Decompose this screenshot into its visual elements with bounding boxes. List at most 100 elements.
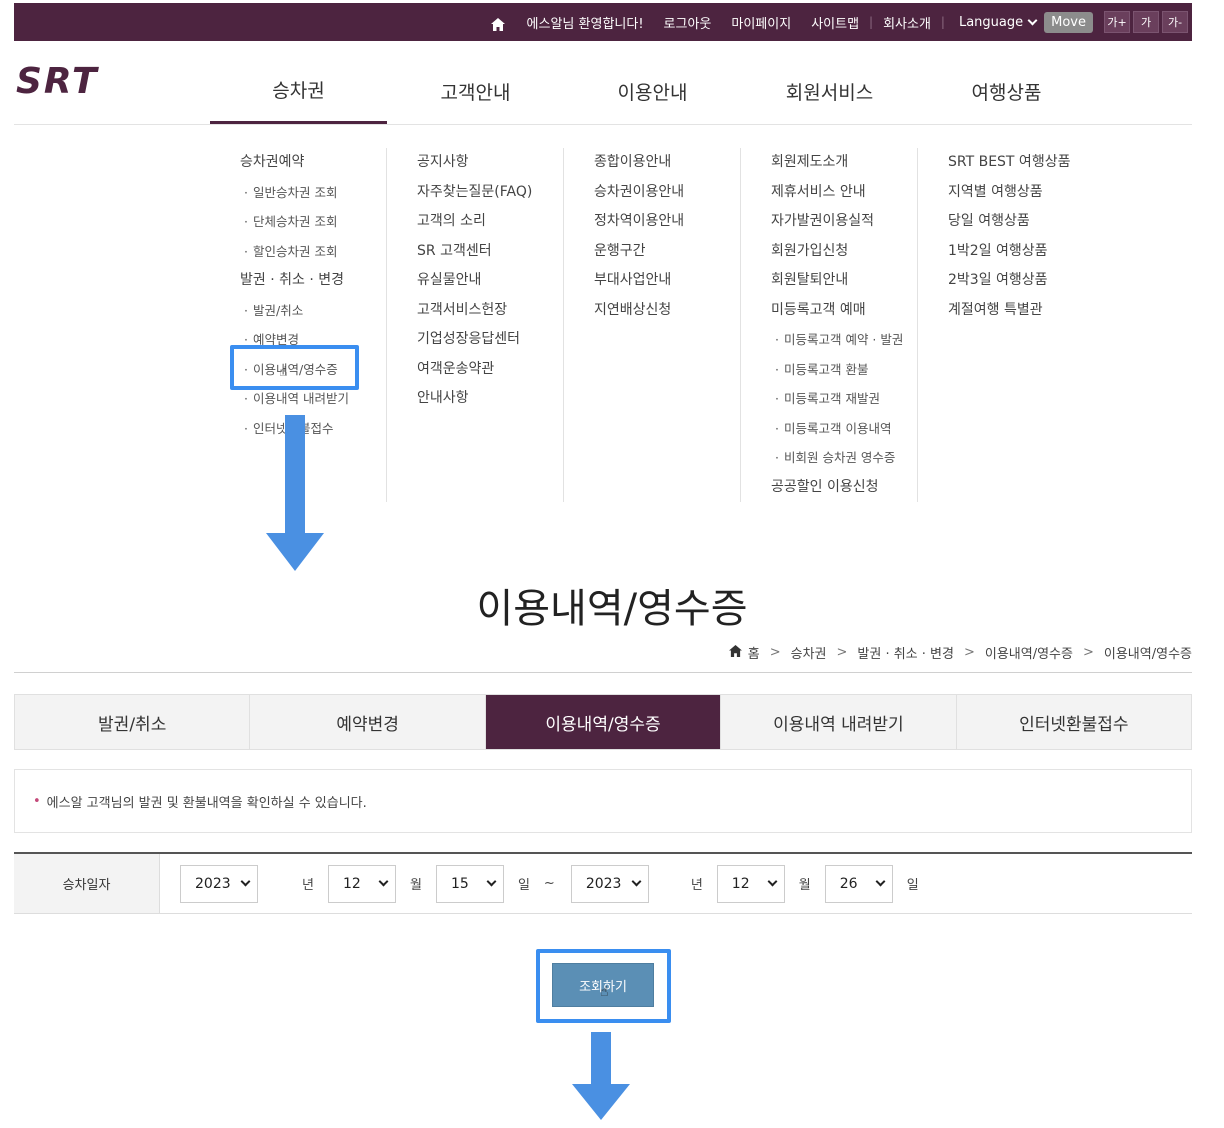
sub-tabs: 발권/취소 예약변경 이용내역/영수증 이용내역 내려받기 인터넷환불접수 — [14, 694, 1192, 750]
chevron-down-icon — [875, 876, 886, 887]
breadcrumb-item[interactable]: 이용내역/영수증 — [985, 643, 1073, 662]
tab-item[interactable]: 인터넷환불접수 — [957, 695, 1191, 749]
from-month-select[interactable]: 12 — [327, 864, 396, 903]
mega-menu-item[interactable]: 고객의 소리 — [417, 207, 563, 237]
tab-item[interactable]: 발권/취소 — [15, 695, 251, 749]
breadcrumb-item[interactable]: 이용내역/영수증 — [1104, 643, 1192, 662]
mega-menu-item[interactable]: 고객서비스헌장 — [417, 296, 563, 326]
from-day-value: 15 — [450, 875, 469, 892]
date-search-row: 승차일자 2023 년 12 월 15 일 ~ 2023 년 12 월 26 일 — [14, 852, 1192, 914]
hand-cursor-icon: ☝ — [600, 984, 609, 1000]
mega-menu-item[interactable]: 계절여행 특별관 — [948, 296, 1095, 326]
logout-link[interactable]: 로그아웃 — [654, 13, 722, 32]
mega-menu-item[interactable]: 부대사업안내 — [594, 266, 740, 296]
mega-menu-item[interactable]: SR 고객센터 — [417, 237, 563, 267]
font-size-down-button[interactable]: 가- — [1162, 11, 1188, 33]
home-icon[interactable] — [728, 644, 742, 661]
mega-menu-subitem[interactable]: 할인승차권 조회 — [240, 237, 386, 267]
mega-menu-item[interactable]: 기업성장응답센터 — [417, 325, 563, 355]
mega-menu-item[interactable]: SRT BEST 여행상품 — [948, 148, 1095, 178]
breadcrumb-separator: > — [1082, 645, 1094, 660]
hand-cursor-icon: ☝ — [279, 364, 288, 380]
mega-menu-subitem[interactable]: 미등록고객 환불 — [771, 355, 917, 385]
mega-menu-item[interactable]: 회원가입신청 — [771, 237, 917, 267]
mega-menu-subitem[interactable]: 미등록고객 재발권 — [771, 384, 917, 414]
tab-item[interactable]: 예약변경 — [250, 695, 486, 749]
mega-menu-column: 공지사항 자주찾는질문(FAQ) 고객의 소리 SR 고객센터 유실물안내 고객서비스헌장… — [387, 148, 564, 502]
mega-menu-subitem[interactable]: 미등록고객 이용내역 — [771, 414, 917, 444]
chevron-down-icon — [240, 876, 251, 887]
mega-menu-subitem[interactable]: 미등록고객 예약 · 발권 — [771, 325, 917, 355]
move-button[interactable]: Move — [1044, 11, 1093, 33]
mega-menu-item[interactable]: 승차권예약 — [240, 148, 386, 178]
from-year-select[interactable]: 2023 — [180, 864, 258, 903]
home-icon[interactable] — [490, 16, 505, 31]
mega-menu-item[interactable]: 1박2일 여행상품 — [948, 237, 1095, 267]
down-arrow-icon — [572, 1032, 630, 1122]
gnb-item[interactable]: 이용안내 — [564, 58, 741, 124]
day-unit: 일 — [906, 878, 919, 893]
chevron-down-icon — [378, 876, 389, 887]
mega-menu-item[interactable]: 공지사항 — [417, 148, 563, 178]
breadcrumb-item[interactable]: 발권 · 취소 · 변경 — [857, 643, 954, 662]
to-day-value: 26 — [839, 875, 858, 892]
srt-logo[interactable]: SRT — [14, 61, 126, 102]
mega-menu-column: SRT BEST 여행상품 지역별 여행상품 당일 여행상품 1박2일 여행상품 2박3… — [918, 148, 1095, 502]
main-navigation: 승차권 고객안내 이용안내 회원서비스 여행상품 — [210, 58, 1095, 124]
company-link[interactable]: 회사소개 — [873, 13, 941, 32]
year-unit: 년 — [302, 878, 314, 893]
breadcrumb-separator: > — [769, 645, 781, 660]
breadcrumb-item[interactable]: 승차권 — [791, 643, 827, 662]
mega-menu-item[interactable]: 안내사항 — [417, 384, 563, 414]
gnb-item[interactable]: 승차권 — [210, 58, 387, 124]
date-fields: 2023 년 12 월 15 일 ~ 2023 년 12 월 26 일 — [160, 854, 933, 913]
mega-menu-item[interactable]: 발권 · 취소 · 변경 — [240, 266, 386, 296]
mega-menu-subitem[interactable]: 일반승차권 조회 — [240, 178, 386, 208]
mega-menu-item[interactable]: 자주찾는질문(FAQ) — [417, 178, 563, 208]
gnb-item[interactable]: 고객안내 — [387, 58, 564, 124]
mega-menu-item[interactable]: 운행구간 — [594, 237, 740, 267]
chevron-down-icon — [767, 876, 778, 887]
mypage-link[interactable]: 마이페이지 — [721, 13, 801, 32]
font-size-normal-button[interactable]: 가 — [1133, 11, 1159, 33]
breadcrumb: 홈 > 승차권 > 발권 · 취소 · 변경 > 이용내역/영수증 > 이용내역/영수증 — [728, 643, 1192, 662]
breadcrumb-separator: > — [836, 645, 848, 660]
mega-menu-item[interactable]: 여객운송약관 — [417, 355, 563, 385]
mega-menu-item[interactable]: 지연배상신청 — [594, 296, 740, 326]
chevron-down-icon — [631, 876, 642, 887]
mega-menu-item[interactable]: 정차역이용안내 — [594, 207, 740, 237]
sitemap-link[interactable]: 사이트맵 — [801, 13, 869, 32]
to-day-select[interactable]: 26 — [824, 864, 893, 903]
mega-menu-subitem[interactable]: 발권/취소 — [240, 296, 386, 326]
gnb-item[interactable]: 회원서비스 — [741, 58, 918, 124]
mega-menu-subitem[interactable]: 비회원 승차권 영수증 — [771, 443, 917, 473]
from-day-select[interactable]: 15 — [435, 864, 504, 903]
search-label: 승차일자 — [14, 854, 160, 913]
mega-menu-subitem[interactable]: 단체승차권 조회 — [240, 207, 386, 237]
breadcrumb-item[interactable]: 홈 — [748, 643, 760, 662]
tab-item[interactable]: 이용내역 내려받기 — [721, 695, 957, 749]
gnb-item[interactable]: 여행상품 — [918, 58, 1095, 124]
language-select[interactable]: Language — [945, 15, 1044, 30]
mega-menu-item[interactable]: 회원탈퇴안내 — [771, 266, 917, 296]
tab-item[interactable]: 이용내역/영수증 — [485, 695, 722, 749]
mega-menu-item[interactable]: 유실물안내 — [417, 266, 563, 296]
mega-menu-item[interactable]: 승차권이용안내 — [594, 178, 740, 208]
breadcrumb-separator: > — [963, 645, 975, 660]
mega-menu-item[interactable]: 2박3일 여행상품 — [948, 266, 1095, 296]
mega-menu-item[interactable]: 지역별 여행상품 — [948, 178, 1095, 208]
nav-divider — [14, 124, 1192, 125]
down-arrow-icon — [266, 415, 324, 571]
mega-menu-item[interactable]: 당일 여행상품 — [948, 207, 1095, 237]
font-size-up-button[interactable]: 가+ — [1104, 11, 1130, 33]
to-year-select[interactable]: 2023 — [570, 864, 649, 903]
mega-menu-item[interactable]: 회원제도소개 — [771, 148, 917, 178]
mega-menu-item[interactable]: 제휴서비스 안내 — [771, 178, 917, 208]
mega-menu-item[interactable]: 자가발권이용실적 — [771, 207, 917, 237]
chevron-down-icon — [486, 876, 497, 887]
from-month-value: 12 — [342, 875, 361, 892]
mega-menu-item[interactable]: 미등록고객 예매 — [771, 296, 917, 326]
mega-menu-item[interactable]: 공공할인 이용신청 — [771, 473, 917, 503]
mega-menu-item[interactable]: 종합이용안내 — [594, 148, 740, 178]
to-month-select[interactable]: 12 — [716, 864, 785, 903]
